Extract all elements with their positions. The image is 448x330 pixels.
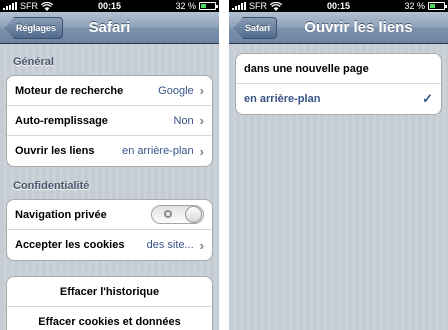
section-header-privacy: Confidentialité bbox=[13, 180, 90, 192]
clear-history-button[interactable]: Effacer l'historique bbox=[7, 277, 212, 307]
option-background[interactable]: en arrière-plan ✓ bbox=[236, 84, 441, 114]
battery-icon bbox=[199, 2, 218, 10]
battery-icon bbox=[428, 2, 447, 10]
safari-settings-screen: SFR 00:15 32 % Réglages Safari Général M… bbox=[0, 0, 219, 330]
battery-fill bbox=[201, 4, 206, 8]
general-group: Moteur de recherche Google › Auto-rempli… bbox=[6, 75, 213, 167]
row-value: en arrière-plan bbox=[122, 145, 194, 157]
section-header-general: Général bbox=[13, 56, 54, 68]
row-open-links[interactable]: Ouvrir les liens en arrière-plan › bbox=[7, 136, 212, 166]
row-autofill[interactable]: Auto-remplissage Non › bbox=[7, 106, 212, 136]
private-browsing-toggle[interactable] bbox=[151, 205, 204, 224]
battery-percent: 32 % bbox=[404, 1, 425, 11]
row-label: Navigation privée bbox=[15, 208, 107, 221]
battery-group: 32 % bbox=[404, 0, 447, 12]
chevron-right-icon: › bbox=[199, 237, 204, 253]
row-value: Google bbox=[158, 84, 194, 97]
toggle-knob bbox=[185, 206, 202, 223]
page-title: Ouvrir les liens bbox=[304, 19, 413, 36]
row-label: Auto-remplissage bbox=[15, 114, 108, 127]
chevron-right-icon: › bbox=[199, 113, 204, 128]
battery-group: 32 % bbox=[175, 0, 218, 12]
status-bar: SFR 00:15 32 % bbox=[0, 0, 219, 12]
row-label: Ouvrir les liens bbox=[15, 145, 95, 157]
clear-cookies-button[interactable]: Effacer cookies et données bbox=[7, 307, 212, 330]
option-label: en arrière-plan bbox=[244, 93, 321, 105]
row-search-engine[interactable]: Moteur de recherche Google › bbox=[7, 76, 212, 106]
privacy-group: Navigation privée Accepter les cookies d… bbox=[6, 199, 213, 261]
open-links-screen: SFR 00:15 32 % Safari Ouvrir les liens d… bbox=[229, 0, 448, 330]
navigation-bar: Safari Ouvrir les liens bbox=[229, 12, 448, 44]
checkmark-icon: ✓ bbox=[422, 91, 433, 106]
battery-percent: 32 % bbox=[175, 1, 196, 11]
button-label: Effacer cookies et données bbox=[38, 316, 181, 328]
option-label: dans une nouvelle page bbox=[244, 62, 369, 75]
page-title: Safari bbox=[88, 19, 131, 36]
battery-fill bbox=[430, 4, 435, 8]
row-label: Moteur de recherche bbox=[15, 84, 124, 97]
chevron-right-icon: › bbox=[199, 83, 204, 98]
button-label: Effacer l'historique bbox=[59, 285, 160, 298]
row-label: Accepter les cookies bbox=[15, 239, 125, 251]
off-indicator-icon bbox=[164, 210, 172, 218]
chevron-right-icon: › bbox=[199, 143, 204, 159]
row-value: des site... bbox=[146, 239, 194, 251]
row-value: Non bbox=[173, 114, 194, 127]
status-bar: SFR 00:15 32 % bbox=[229, 0, 448, 12]
row-private-browsing: Navigation privée bbox=[7, 200, 212, 230]
actions-group: Effacer l'historique Effacer cookies et … bbox=[6, 276, 213, 330]
navigation-bar: Réglages Safari bbox=[0, 12, 219, 44]
row-accept-cookies[interactable]: Accepter les cookies des site... › bbox=[7, 230, 212, 260]
option-new-page[interactable]: dans une nouvelle page bbox=[236, 54, 441, 84]
open-links-options-group: dans une nouvelle page en arrière-plan ✓ bbox=[235, 53, 442, 115]
